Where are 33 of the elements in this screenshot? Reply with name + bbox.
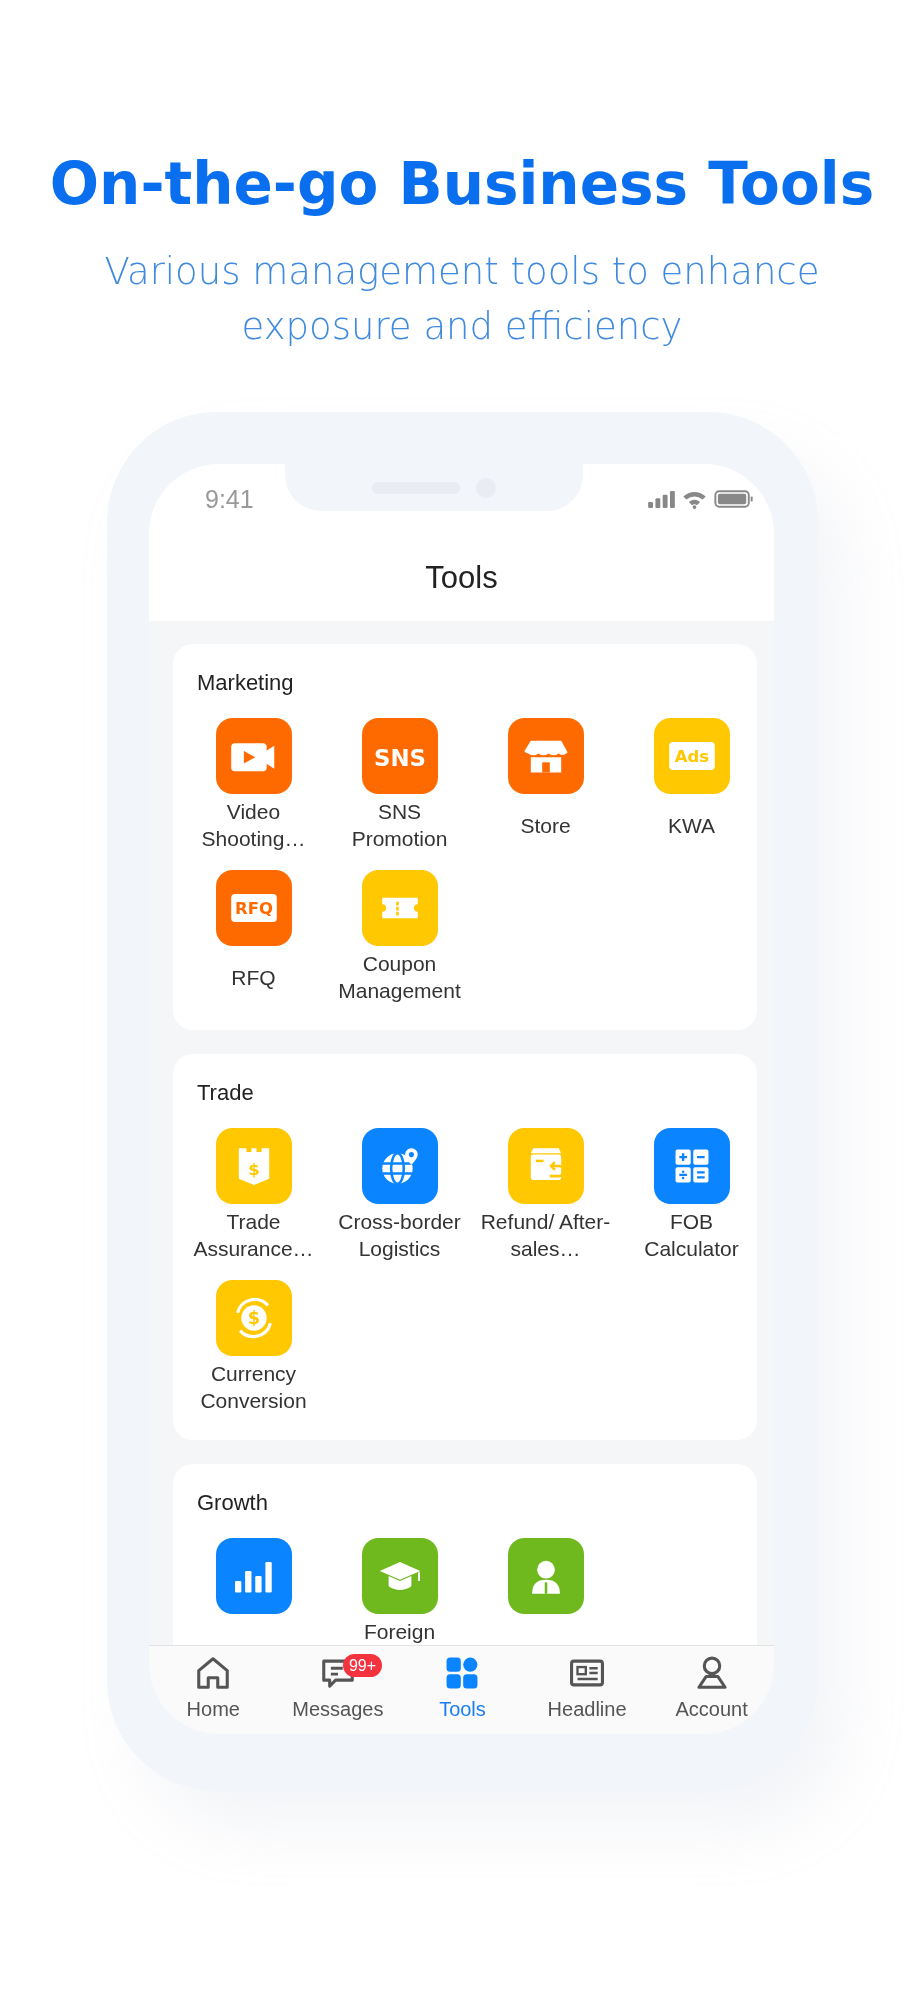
tag-icon: RFQ xyxy=(215,870,292,946)
tool-label[interactable]: RFQ xyxy=(183,950,324,1004)
tag-icon: Ads xyxy=(653,718,730,794)
section-title: Growth xyxy=(196,1490,269,1516)
battery-icon xyxy=(714,490,754,508)
tool-label[interactable]: SNS Promotion xyxy=(329,798,470,852)
tool-label[interactable]: Cross-border Logistics xyxy=(329,1208,470,1262)
shield-icon: $ xyxy=(215,1128,292,1204)
section-title: Trade xyxy=(196,1080,255,1106)
wifi-icon xyxy=(682,489,707,509)
tab-item[interactable]: Home xyxy=(151,1646,276,1734)
tool-label[interactable]: FOB Calculator xyxy=(621,1208,762,1262)
signal-icon xyxy=(648,490,675,508)
currency-icon: $ xyxy=(215,1280,292,1356)
tool-label[interactable]: Coupon Management xyxy=(329,950,470,1004)
badge: 99+ xyxy=(342,1654,383,1677)
section-title: Marketing xyxy=(196,670,295,696)
subtitle: Various management tools to enhance exposure and efficiency xyxy=(103,249,821,350)
tab-item[interactable]: Account xyxy=(649,1646,774,1734)
text-logo-icon: SNS xyxy=(361,718,438,794)
tool-label[interactable]: Foreign xyxy=(329,1618,470,1645)
tool-label[interactable]: KWA xyxy=(621,798,762,852)
headline: On-the-go Business Tools xyxy=(49,149,875,220)
tool-label[interactable]: Video Shooting… xyxy=(183,798,324,852)
tool-label[interactable]: Currency Conversion xyxy=(183,1360,324,1414)
tab-item[interactable]: Headline xyxy=(524,1646,650,1734)
tool-label[interactable]: Trade Assurance… xyxy=(183,1208,324,1262)
status-time: 9:41 xyxy=(205,484,254,514)
tab-item[interactable]: Tools xyxy=(400,1646,525,1734)
tool-label[interactable]: Store xyxy=(475,798,616,852)
tool-label[interactable]: Refund/ After-sales… xyxy=(475,1208,616,1262)
page-title: Tools xyxy=(425,559,498,596)
tab-item[interactable]: 99+ Messages xyxy=(275,1646,401,1734)
